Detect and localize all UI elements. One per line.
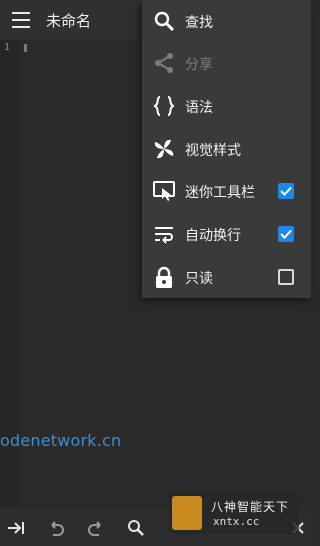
watermark-line1: 八神智能天下	[211, 500, 290, 514]
pinwheel-icon	[154, 139, 174, 159]
mini-toolbar-icon	[153, 181, 175, 201]
braces-icon	[153, 96, 175, 116]
menu-item-read-only[interactable]: 只读	[142, 256, 311, 298]
menu-item-label: 自动换行	[185, 228, 241, 244]
tab-icon[interactable]	[6, 518, 26, 538]
mini-toolbar-checkbox[interactable]	[278, 183, 294, 199]
menu-item-label: 查找	[185, 15, 213, 31]
menu-item-share[interactable]: 分享	[142, 42, 311, 84]
redo-icon[interactable]	[86, 518, 106, 538]
menu-icon[interactable]	[12, 12, 30, 28]
watermark-line2: xntx.cc	[213, 515, 260, 528]
line-number: 1	[4, 42, 11, 53]
menu-item-word-wrap[interactable]: 自动换行	[142, 213, 311, 255]
menu-item-syntax[interactable]: 语法	[142, 85, 311, 127]
menu-item-label: 视觉样式	[185, 143, 241, 159]
menu-item-label: 迷你工具栏	[185, 185, 255, 201]
menu-item-label: 分享	[185, 57, 213, 73]
watermark-text: odenetwork.cn	[0, 431, 122, 450]
menu-item-label: 只读	[185, 271, 213, 287]
undo-icon[interactable]	[46, 518, 66, 538]
read-only-checkbox[interactable]	[278, 269, 294, 285]
search-icon	[154, 11, 175, 32]
menu-item-find[interactable]: 查找	[142, 0, 311, 42]
menu-item-label: 语法	[185, 100, 213, 116]
share-icon	[155, 53, 173, 73]
wrap-icon	[155, 227, 173, 244]
site-watermark: 八神智能天下 xntx.cc	[169, 494, 299, 534]
document-title: 未命名	[46, 12, 92, 30]
overflow-menu: 查找 分享 语法 视觉样式 迷你工具栏 自动换行 只读	[142, 0, 311, 298]
menu-item-mini-toolbar[interactable]: 迷你工具栏	[142, 170, 311, 212]
menu-item-visual-style[interactable]: 视觉样式	[142, 128, 311, 170]
lock-icon	[156, 266, 172, 288]
word-wrap-checkbox[interactable]	[278, 226, 294, 242]
text-cursor	[24, 44, 27, 52]
search-icon[interactable]	[126, 518, 146, 538]
broom-logo-icon	[172, 496, 202, 530]
